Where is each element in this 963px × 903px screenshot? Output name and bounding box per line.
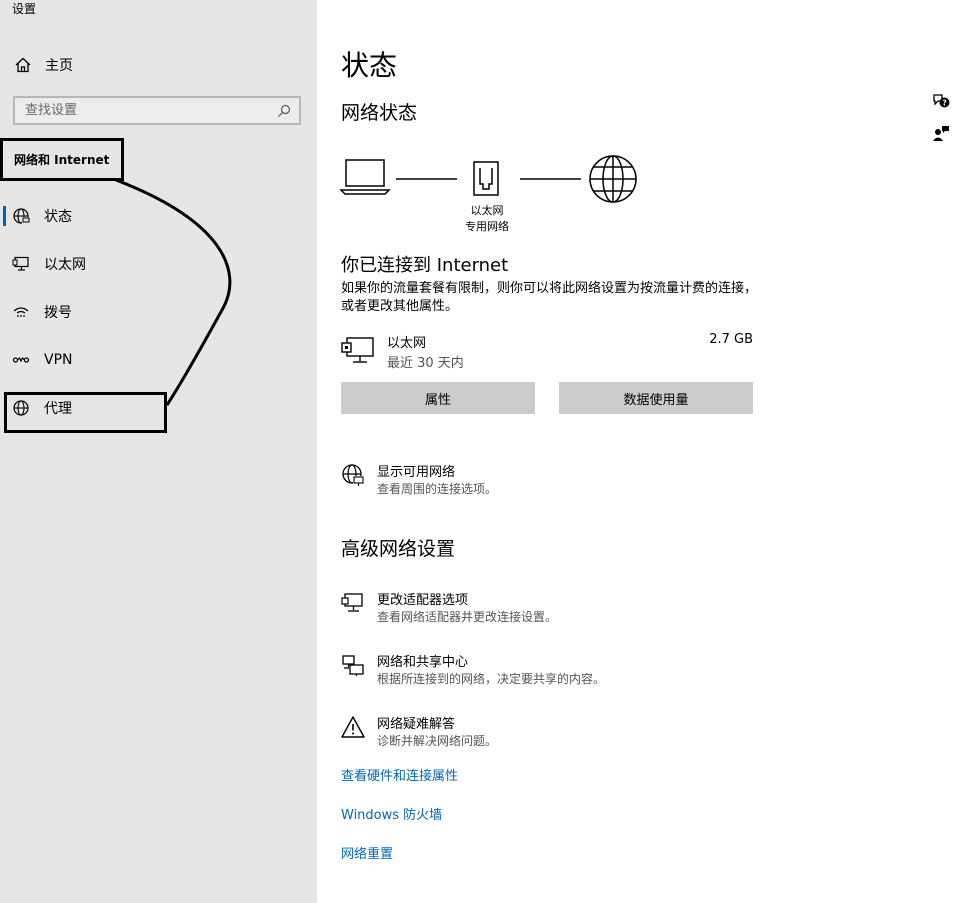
sidebar-item-home[interactable]: 主页: [14, 54, 73, 76]
diagram-label-line1: 以太网: [470, 204, 504, 217]
sidebar-item-vpn[interactable]: VPN: [12, 349, 73, 371]
troubleshoot-title: 网络疑难解答: [377, 717, 456, 732]
sidebar-item-label: 主页: [45, 58, 73, 74]
ethernet-icon: [12, 256, 29, 271]
sharing-center-title: 网络和共享中心: [377, 655, 469, 670]
search-icon[interactable]: [277, 104, 291, 118]
sidebar-item-label: 拨号: [44, 305, 72, 321]
help-chat-icon[interactable]: ?: [932, 92, 950, 110]
warning-icon: [341, 716, 365, 738]
main-content: 状态 网络状态 以太网 专用网络 你已连接到 Internet 如果你的流量套餐…: [317, 0, 963, 903]
advanced-heading: 高级网络设置: [341, 538, 456, 560]
windows-firewall-link[interactable]: Windows 防火墙: [341, 804, 442, 823]
proxy-highlight-box: [4, 392, 167, 433]
sidebar: 设置 主页 网络和 Internet 状态: [0, 0, 317, 903]
search-box[interactable]: [13, 96, 301, 125]
sidebar-item-label: 状态: [44, 209, 72, 225]
dialup-icon: [13, 307, 29, 317]
sidebar-item-dialup[interactable]: 拨号: [12, 301, 72, 323]
globe-status-icon: [13, 208, 30, 224]
connected-description: 如果你的流量套餐有限制，则你可以将此网络设置为按流量计费的连接，或者更改其他属性…: [341, 281, 758, 314]
connected-title: 你已连接到 Internet: [341, 255, 509, 276]
sidebar-item-status[interactable]: 状态: [3, 205, 72, 227]
page-title: 状态: [341, 49, 398, 82]
ethernet-icon: [341, 337, 374, 363]
app-title: 设置: [12, 2, 37, 16]
properties-button[interactable]: 属性: [341, 382, 535, 414]
hardware-properties-link[interactable]: 查看硬件和连接属性: [341, 765, 458, 784]
globe-network-icon: [342, 464, 364, 486]
troubleshoot-desc: 诊断并解决网络问题。: [377, 734, 498, 748]
show-networks-title: 显示可用网络: [377, 465, 456, 480]
diagram-label: 以太网 专用网络: [447, 203, 527, 235]
laptop-icon: [339, 159, 391, 195]
vpn-icon: [12, 356, 30, 363]
show-networks-desc: 查看周围的连接选项。: [377, 482, 498, 496]
sidebar-item-label: VPN: [44, 352, 73, 368]
adapter-options-desc: 查看网络适配器并更改连接设置。: [377, 610, 558, 624]
diagram-label-line2: 专用网络: [465, 220, 509, 233]
adapter-options-title: 更改适配器选项: [377, 593, 469, 608]
ethernet-summary: 以太网 最近 30 天内 2.7 GB: [341, 332, 753, 372]
ethernet-port-icon: [473, 161, 499, 196]
network-reset-link[interactable]: 网络重置: [341, 843, 393, 862]
home-icon: [15, 57, 31, 73]
sidebar-item-ethernet[interactable]: 以太网: [12, 253, 86, 275]
section-title: 网络和 Internet: [0, 138, 124, 181]
feedback-icon[interactable]: [932, 124, 950, 142]
ethernet-period: 最近 30 天内: [387, 356, 464, 371]
ethernet-usage: 2.7 GB: [709, 332, 753, 347]
sharing-center-icon: [342, 655, 364, 676]
sidebar-item-label: 以太网: [44, 257, 86, 273]
svg-text:?: ?: [942, 98, 946, 107]
adapter-icon: [341, 593, 363, 612]
sharing-center-desc: 根据所连接到的网络，决定要共享的内容。: [377, 672, 606, 686]
data-usage-button[interactable]: 数据使用量: [559, 382, 753, 414]
network-status-heading: 网络状态: [341, 102, 418, 124]
search-input[interactable]: [15, 98, 277, 123]
section-title-label: 网络和 Internet: [14, 153, 110, 167]
internet-globe-icon: [589, 155, 637, 203]
ethernet-name: 以太网: [387, 336, 427, 351]
